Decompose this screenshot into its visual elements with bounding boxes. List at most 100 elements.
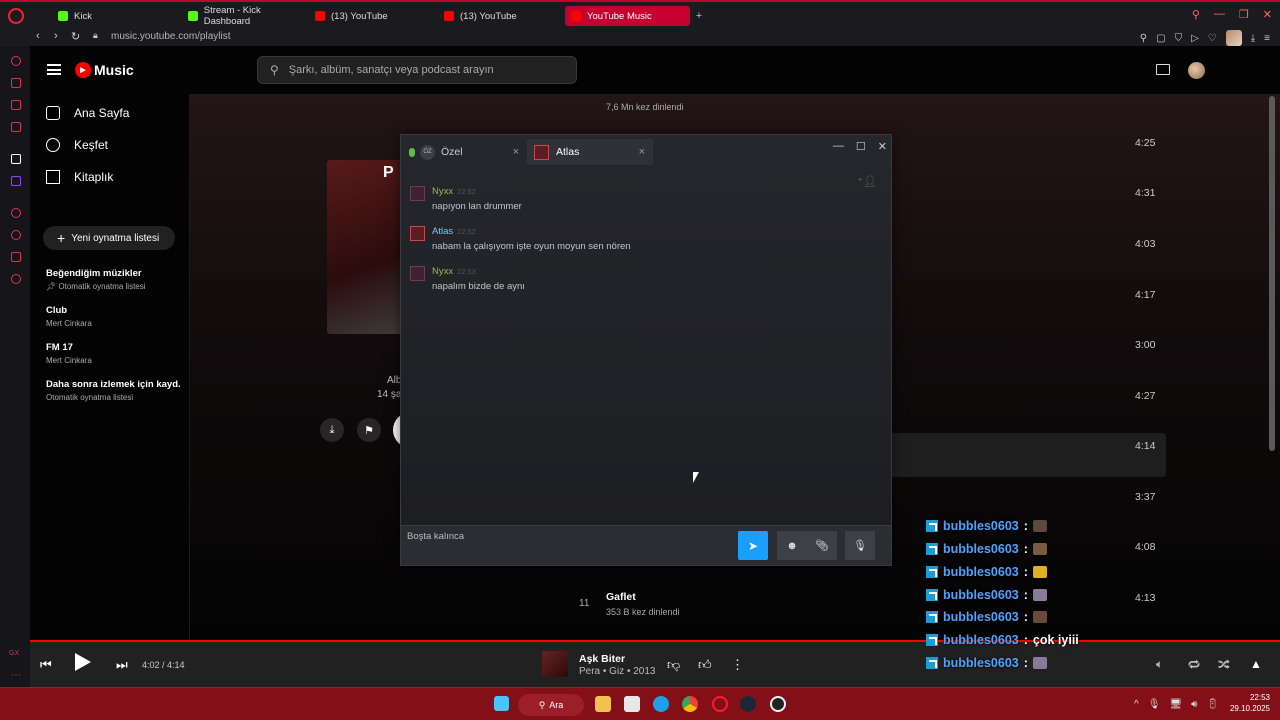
volume-icon[interactable]: 🔈︎	[1156, 657, 1163, 672]
screen: Kick Stream - Kick Dashboard (13) YouTub…	[0, 0, 1280, 720]
track-row[interactable]: 7,6 Mn kez dinlendi	[566, 94, 1166, 124]
download-button[interactable]: ⤓	[320, 418, 344, 442]
tab-kick-dashboard[interactable]: Stream - Kick Dashboard	[182, 5, 307, 27]
nav-home[interactable]: Ana Sayfa	[46, 106, 129, 120]
dislike-icon[interactable]: 👎︎	[667, 657, 680, 673]
gx-icon[interactable]: GX	[9, 650, 23, 660]
kick-side-icon[interactable]	[11, 154, 21, 164]
reload-icon[interactable]: ↻	[71, 30, 80, 43]
opera-gx-icon[interactable]	[712, 696, 728, 712]
search-tabs-icon[interactable]: ⚲	[1192, 8, 1200, 21]
repeat-icon[interactable]: 🔁︎	[1188, 657, 1200, 674]
battery-icon[interactable]: 🔋︎	[1206, 699, 1219, 710]
youtube-icon	[315, 11, 325, 21]
close-tab-icon[interactable]: ×	[639, 146, 645, 158]
user-avatar[interactable]	[1188, 62, 1205, 79]
chrome-icon[interactable]	[682, 696, 698, 712]
profile-avatar[interactable]	[1225, 30, 1242, 46]
now-playing-thumbnail[interactable]	[542, 651, 568, 677]
now-playing-title[interactable]: Aşk Biter	[579, 653, 625, 665]
opera-logo-icon[interactable]	[8, 8, 24, 24]
next-icon[interactable]: ⏭	[116, 657, 128, 673]
store-icon[interactable]	[624, 696, 640, 712]
track-row[interactable]: 11 Gaflet 353 B kez dinlendi	[566, 585, 1166, 629]
close-icon[interactable]: ✕	[1263, 8, 1272, 21]
track-row[interactable]	[890, 433, 1166, 477]
player-icon[interactable]: ▷	[1191, 33, 1199, 44]
tab-atlas[interactable]: Atlas ×	[527, 139, 653, 165]
add-friend-icon[interactable]: ⁺👤︎	[857, 175, 877, 188]
bag-icon[interactable]	[11, 78, 21, 88]
shuffle-icon[interactable]: 🔀︎	[1218, 657, 1230, 674]
kick-icon	[188, 11, 198, 21]
ai-icon[interactable]	[11, 56, 21, 66]
save-library-button[interactable]: ⚑	[357, 418, 381, 442]
menu-icon[interactable]: ≡	[1264, 33, 1270, 44]
close-icon[interactable]: ✕	[878, 140, 887, 153]
player-side-icon[interactable]	[11, 208, 21, 218]
tab-youtube-1[interactable]: (13) YouTube	[309, 6, 434, 26]
now-playing-subtitle[interactable]: Pera • Giz • 2013	[579, 666, 655, 677]
settings-icon[interactable]	[11, 274, 21, 284]
heart-icon[interactable]: ♡	[1208, 33, 1217, 44]
clock[interactable]: 22:53 29.10.2025	[1230, 692, 1270, 714]
nav-explore[interactable]: Keşfet	[46, 138, 108, 152]
restore-icon[interactable]: ❐	[1239, 8, 1249, 21]
windows-start-icon[interactable]	[494, 696, 509, 711]
back-icon[interactable]: ‹	[36, 30, 40, 42]
scrollbar[interactable]	[1269, 96, 1275, 451]
close-tab-icon[interactable]: ×	[513, 146, 519, 158]
speaker-icon[interactable]: 🔊︎	[1191, 699, 1197, 710]
playlist-watch-later[interactable]: Daha sonra izlemek için kayd... Otomatik…	[46, 379, 181, 402]
minimize-icon[interactable]: —	[833, 140, 844, 153]
news-icon[interactable]	[11, 122, 21, 132]
pin-icon[interactable]: ⚲	[1140, 33, 1147, 44]
maximize-icon[interactable]: ☐	[856, 140, 866, 153]
nav-library[interactable]: Kitaplık	[46, 170, 113, 184]
twitch-icon[interactable]	[11, 176, 21, 186]
search-input[interactable]	[288, 64, 559, 76]
play-button[interactable]	[75, 653, 91, 671]
obs-icon[interactable]	[770, 696, 786, 712]
messenger-icon[interactable]	[11, 100, 21, 110]
extensions-icon[interactable]	[11, 252, 21, 262]
like-icon[interactable]: 👍︎	[698, 657, 712, 673]
minimize-icon[interactable]: —	[1214, 8, 1225, 21]
playlist-fm17[interactable]: FM 17 Mert Cinkara	[46, 342, 181, 365]
playlist-liked[interactable]: Beğendiğim müzikler 📌︎ Otomatik oynatma …	[46, 268, 181, 291]
ytm-logo[interactable]: ▶ Music	[75, 62, 134, 78]
tab-ozel[interactable]: ÖZ Özel ×	[405, 139, 527, 165]
taskbar-search[interactable]: ⚲ Ara	[518, 694, 584, 716]
cast-icon[interactable]	[1156, 64, 1170, 75]
download-icon[interactable]: ⤓	[1251, 33, 1255, 44]
chevron-up-icon[interactable]: ^	[1134, 699, 1139, 710]
send-button[interactable]: ➤	[738, 531, 768, 560]
snapshot-icon[interactable]: ▢	[1156, 33, 1165, 44]
previous-icon[interactable]: ⏮	[40, 657, 52, 673]
new-tab-button[interactable]: +	[694, 11, 704, 22]
new-playlist-button[interactable]: + Yeni oynatma listesi	[43, 226, 175, 250]
shield-icon[interactable]: ⛉	[1175, 33, 1183, 44]
emoticon-icon[interactable]: ☻	[777, 531, 807, 560]
more-options-icon[interactable]: ⋮	[731, 657, 744, 673]
microphone-icon[interactable]: 🎙︎	[1148, 699, 1161, 710]
history-icon[interactable]	[11, 230, 21, 240]
track-title[interactable]: Gaflet	[606, 591, 636, 603]
forward-icon[interactable]: ›	[54, 30, 58, 42]
steam-icon[interactable]	[740, 696, 756, 712]
network-icon[interactable]: 🖥︎	[1169, 699, 1182, 710]
expand-icon[interactable]: ▲	[1250, 657, 1262, 671]
search-box[interactable]: ⚲	[257, 56, 577, 84]
file-explorer-icon[interactable]	[595, 696, 611, 712]
more-icon[interactable]: ⋯	[11, 670, 21, 681]
tab-youtube-2[interactable]: (13) YouTube	[438, 6, 563, 26]
url-text[interactable]: music.youtube.com/playlist	[111, 31, 231, 42]
edge-icon[interactable]	[653, 696, 669, 712]
tab-youtube-music[interactable]: YouTube Music	[565, 6, 690, 26]
voice-icon[interactable]: 🎙︎	[845, 531, 875, 560]
attach-icon[interactable]: 📎︎	[807, 531, 837, 560]
hamburger-icon[interactable]	[47, 64, 61, 75]
message-input[interactable]	[407, 531, 732, 559]
playlist-club[interactable]: Club Mert Cinkara	[46, 305, 181, 328]
tab-kick[interactable]: Kick	[52, 6, 172, 26]
